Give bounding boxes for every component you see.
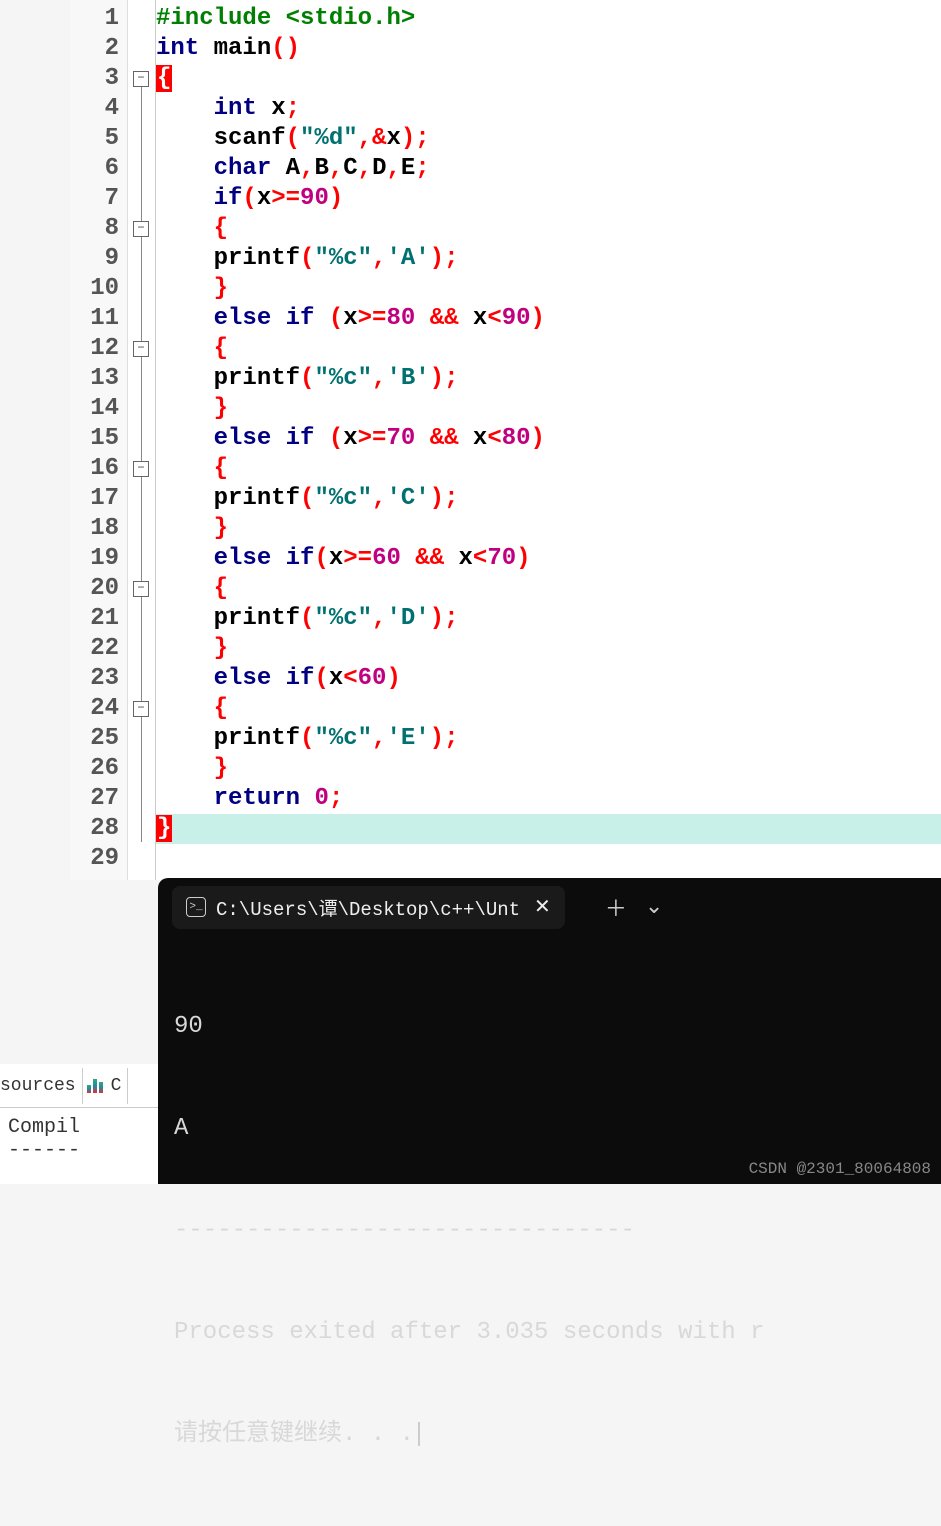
code-line[interactable]: } [156, 754, 941, 784]
code-line[interactable]: } [156, 274, 941, 304]
line-number: 7 [70, 184, 127, 214]
code-line[interactable]: else if(x<60) [156, 664, 941, 694]
line-number: 19 [70, 544, 127, 574]
line-number: 10 [70, 274, 127, 304]
code-line[interactable]: printf("%c",'A'); [156, 244, 941, 274]
code-line[interactable]: { [156, 574, 941, 604]
line-number: 8 [70, 214, 127, 244]
fold-toggle-icon[interactable]: − [133, 461, 149, 477]
line-number: 21 [70, 604, 127, 634]
line-number: 24 [70, 694, 127, 724]
barchart-icon [83, 1079, 107, 1093]
tab-sources-label: sources [0, 1076, 76, 1096]
line-number: 2 [70, 34, 127, 64]
tab-sources[interactable]: sources [0, 1068, 83, 1104]
line-number: 22 [70, 634, 127, 664]
chevron-down-icon[interactable]: ⌄ [645, 894, 663, 920]
code-line[interactable]: else if (x>=80 && x<90) [156, 304, 941, 334]
terminal-icon: >_ [186, 897, 206, 917]
code-line[interactable]: } [156, 514, 941, 544]
line-number: 28 [70, 814, 127, 844]
code-line[interactable]: { [156, 214, 941, 244]
line-number: 29 [70, 844, 127, 874]
line-number: 23 [70, 664, 127, 694]
code-line[interactable]: printf("%c",'D'); [156, 604, 941, 634]
code-line[interactable]: scanf("%d",&x); [156, 124, 941, 154]
line-number: 20 [70, 574, 127, 604]
compiler-panel: Compil ------ [0, 1108, 158, 1170]
code-line[interactable]: else if (x>=70 && x<80) [156, 424, 941, 454]
fold-toggle-icon[interactable]: − [133, 71, 149, 87]
code-line[interactable]: printf("%c",'B'); [156, 364, 941, 394]
code-line[interactable]: if(x>=90) [156, 184, 941, 214]
fold-toggle-icon[interactable]: − [133, 341, 149, 357]
terminal-tab-title: C:\Users\谭\Desktop\c++\Unt [216, 894, 520, 921]
line-number-gutter: 1234567891011121314151617181920212223242… [70, 0, 128, 880]
line-number: 12 [70, 334, 127, 364]
line-number: 27 [70, 784, 127, 814]
watermark: CSDN @2301_80064808 [749, 1160, 931, 1178]
cursor-icon [418, 1422, 420, 1446]
terminal-titlebar[interactable]: >_ C:\Users\谭\Desktop\c++\Unt ✕ ＋ ⌄ [158, 878, 941, 936]
line-number: 26 [70, 754, 127, 784]
fold-toggle-icon[interactable]: − [133, 701, 149, 717]
terminal-tab[interactable]: >_ C:\Users\谭\Desktop\c++\Unt ✕ [172, 886, 565, 929]
code-line[interactable]: #include <stdio.h> [156, 4, 941, 34]
close-icon[interactable]: ✕ [534, 894, 551, 920]
code-area[interactable]: #include <stdio.h>int main(){ int x; sca… [156, 0, 941, 880]
plus-icon[interactable]: ＋ [605, 891, 627, 923]
code-line[interactable]: } [156, 814, 941, 844]
line-number: 11 [70, 304, 127, 334]
code-line[interactable]: int main() [156, 34, 941, 64]
code-line[interactable]: { [156, 64, 941, 94]
line-number: 4 [70, 94, 127, 124]
code-line[interactable]: printf("%c",'C'); [156, 484, 941, 514]
terminal-continue-msg: 请按任意键继续. . . [174, 1418, 925, 1452]
fold-toggle-icon[interactable]: − [133, 221, 149, 237]
terminal-output-line: A [174, 1112, 925, 1146]
line-number: 13 [70, 364, 127, 394]
left-margin [0, 0, 70, 880]
line-number: 25 [70, 724, 127, 754]
fold-toggle-icon[interactable]: − [133, 581, 149, 597]
code-line[interactable]: else if(x>=60 && x<70) [156, 544, 941, 574]
terminal-exit-msg: Process exited after 3.035 seconds with … [174, 1316, 925, 1350]
code-editor[interactable]: 1234567891011121314151617181920212223242… [0, 0, 941, 880]
bottom-panel: sources C Compil ------ [0, 1064, 158, 1184]
compiler-panel-label: Compil [8, 1116, 150, 1139]
code-line[interactable]: char A,B,C,D,E; [156, 154, 941, 184]
compiler-dashes: ------ [8, 1139, 150, 1162]
terminal-input-line: 90 [174, 1010, 925, 1044]
code-line[interactable]: } [156, 634, 941, 664]
tab-compile-log[interactable]: C [83, 1068, 129, 1104]
terminal-body[interactable]: 90 A -------------------------------- Pr… [158, 936, 941, 1526]
code-line[interactable] [156, 844, 941, 874]
code-line[interactable]: { [156, 694, 941, 724]
code-line[interactable]: return 0; [156, 784, 941, 814]
terminal-divider: -------------------------------- [174, 1214, 925, 1248]
line-number: 16 [70, 454, 127, 484]
tab-compile-label: C [111, 1076, 122, 1096]
code-line[interactable]: int x; [156, 94, 941, 124]
line-number: 5 [70, 124, 127, 154]
code-line[interactable]: { [156, 334, 941, 364]
fold-column[interactable]: − − − − − − [128, 0, 156, 880]
line-number: 14 [70, 394, 127, 424]
line-number: 18 [70, 514, 127, 544]
line-number: 6 [70, 154, 127, 184]
line-number: 15 [70, 424, 127, 454]
line-number: 9 [70, 244, 127, 274]
line-number: 3 [70, 64, 127, 94]
code-line[interactable]: printf("%c",'E'); [156, 724, 941, 754]
code-line[interactable]: { [156, 454, 941, 484]
code-line[interactable]: } [156, 394, 941, 424]
line-number: 17 [70, 484, 127, 514]
terminal-window[interactable]: >_ C:\Users\谭\Desktop\c++\Unt ✕ ＋ ⌄ 90 A… [158, 878, 941, 1184]
line-number: 1 [70, 4, 127, 34]
